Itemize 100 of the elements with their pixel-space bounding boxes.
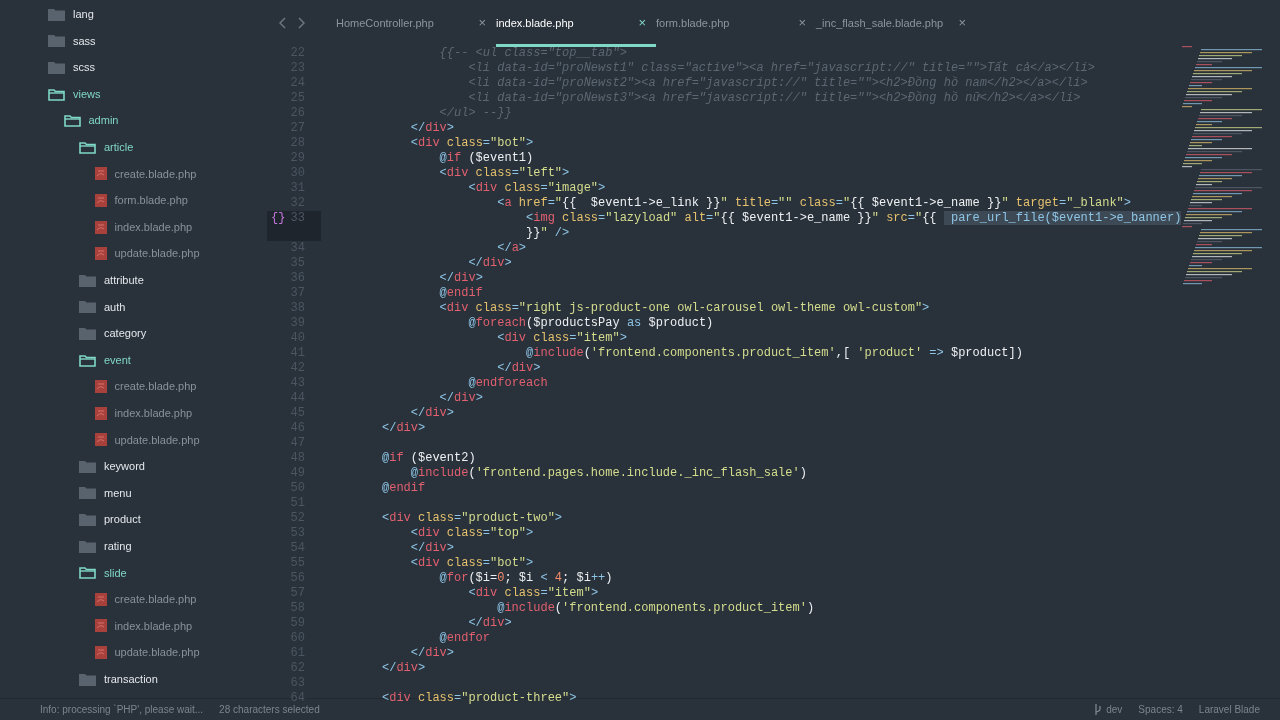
code-line: <div class="item"> bbox=[467, 586, 599, 601]
folder-icon bbox=[79, 486, 96, 500]
file-item[interactable]: update.blade.php bbox=[0, 639, 267, 666]
folder-item[interactable]: transaction bbox=[0, 665, 267, 693]
code-line: <div class="bot"> bbox=[409, 556, 534, 571]
folder-item[interactable]: scss bbox=[0, 54, 267, 81]
open-folder-icon bbox=[48, 87, 65, 101]
folder-icon bbox=[79, 539, 96, 553]
file-icon bbox=[94, 220, 107, 234]
file-icon bbox=[94, 193, 107, 207]
code-line: @include('frontend.components.product_item',[ 'product' => $product]) bbox=[525, 346, 1023, 361]
code-line: </a> bbox=[496, 241, 527, 256]
brackets-icon: {} bbox=[271, 211, 286, 226]
code-line: </div> bbox=[467, 256, 512, 271]
folder-icon bbox=[79, 300, 96, 314]
open-folder-icon bbox=[79, 140, 96, 154]
code-line: {{-- <ul class="top__tab"> bbox=[438, 46, 627, 61]
code-line: <img class="lazyload" alt="{{ $event1->e_name }}" src="{{ pare_url_file($event1->e_banner) bbox=[525, 211, 1182, 226]
file-item[interactable]: create.blade.php bbox=[0, 160, 267, 188]
code-line: </ul> --}} bbox=[438, 106, 512, 121]
file-item[interactable]: update.blade.php bbox=[0, 240, 267, 267]
code-line: @endfor bbox=[438, 631, 491, 646]
close-icon[interactable]: × bbox=[478, 13, 486, 33]
file-tab[interactable]: index.blade.php × bbox=[496, 0, 656, 46]
code-line: @include('frontend.pages.home.include._inc_flash_sale') bbox=[409, 466, 807, 481]
folder-item[interactable]: views bbox=[0, 80, 267, 108]
file-item[interactable]: index.blade.php bbox=[0, 399, 267, 427]
code-line: </div> bbox=[467, 616, 512, 631]
grammar-selector[interactable]: Laravel Blade bbox=[1198, 702, 1260, 717]
open-folder-icon bbox=[63, 114, 81, 128]
code-line: @foreach($productsPay as $product) bbox=[467, 316, 714, 331]
code-line: </div> bbox=[496, 361, 541, 376]
folder-icon bbox=[79, 672, 96, 686]
folder-icon bbox=[48, 61, 65, 74]
code-line: </div> bbox=[409, 406, 455, 421]
file-item[interactable]: create.blade.php bbox=[0, 373, 267, 400]
file-item[interactable]: index.blade.php bbox=[0, 213, 267, 241]
folder-icon bbox=[79, 513, 96, 527]
folder-item[interactable]: auth bbox=[0, 293, 267, 321]
open-folder-icon bbox=[79, 566, 96, 580]
code-line: @endforeach bbox=[467, 376, 548, 391]
folder-item[interactable]: lang bbox=[0, 1, 267, 28]
code-line: <a href="{{ $event1->e_link }}" title="" class="{{ $event1->e_name }}" target="_blank"> bbox=[496, 196, 1131, 211]
file-item[interactable]: index.blade.php bbox=[0, 612, 267, 640]
file-tab[interactable]: form.blade.php × bbox=[656, 0, 816, 46]
indentation-setting[interactable]: Spaces: 4 bbox=[1138, 702, 1183, 717]
code-line: <div class="product-two"> bbox=[381, 511, 563, 526]
folder-item[interactable]: category bbox=[0, 320, 267, 347]
code-line: </div> bbox=[409, 121, 455, 136]
code-line: <div class="right js-product-one owl-carousel owl-theme owl-custom"> bbox=[438, 301, 930, 316]
file-icon bbox=[94, 406, 107, 420]
file-tab[interactable]: HomeController.php × bbox=[336, 0, 496, 46]
folder-icon bbox=[48, 34, 65, 48]
folder-item[interactable]: menu bbox=[0, 479, 267, 507]
code-line: <li data-id="proNewst1" class="active"><a href="javascript://" title="">Tất cả</a></li> bbox=[467, 61, 1095, 76]
code-line: @endif bbox=[381, 481, 426, 496]
file-item[interactable]: update.blade.php bbox=[0, 426, 267, 454]
folder-item[interactable]: keyword bbox=[0, 453, 267, 480]
open-folder-icon bbox=[79, 353, 96, 367]
close-icon[interactable]: × bbox=[798, 13, 806, 33]
code-line: </div> bbox=[381, 421, 426, 436]
code-line: </div> bbox=[438, 391, 483, 406]
code-line: @include('frontend.components.product_item') bbox=[496, 601, 815, 616]
folder-icon bbox=[79, 459, 96, 473]
folder-item[interactable]: sass bbox=[0, 27, 267, 55]
file-icon bbox=[94, 167, 107, 181]
folder-item[interactable]: product bbox=[0, 506, 267, 533]
code-line: <div class="top"> bbox=[409, 526, 534, 541]
folder-item[interactable]: slide bbox=[0, 559, 267, 587]
code-line: <div class="image"> bbox=[467, 181, 606, 196]
branch-name[interactable]: dev bbox=[1106, 702, 1123, 717]
branch-icon bbox=[1094, 704, 1103, 715]
file-item[interactable]: create.blade.php bbox=[0, 586, 267, 613]
file-icon bbox=[94, 619, 107, 633]
file-item[interactable]: form.blade.php bbox=[0, 187, 267, 214]
code-line: }}" /> bbox=[525, 226, 570, 241]
folder-item[interactable]: event bbox=[0, 346, 267, 374]
folder-item[interactable]: article bbox=[0, 133, 267, 161]
code-line: </div> bbox=[438, 271, 483, 286]
code-line: @for($i=0; $i < 4; $i++) bbox=[438, 571, 613, 586]
file-icon bbox=[94, 592, 107, 606]
file-icon bbox=[94, 380, 107, 394]
file-icon bbox=[94, 646, 107, 660]
code-line: <div class="left"> bbox=[438, 166, 570, 181]
code-line: </div> bbox=[381, 661, 426, 676]
close-icon[interactable]: × bbox=[958, 13, 966, 33]
code-line: @if ($event2) bbox=[381, 451, 476, 466]
code-line: <div class="item"> bbox=[496, 331, 627, 346]
code-line: @if ($event1) bbox=[438, 151, 534, 166]
folder-item[interactable]: attribute bbox=[0, 266, 267, 294]
folder-item[interactable]: admin bbox=[0, 107, 267, 134]
file-tab[interactable]: _inc_flash_sale.blade.php × bbox=[816, 0, 976, 46]
code-line: <div class="bot"> bbox=[409, 136, 534, 151]
code-line: </div> bbox=[409, 541, 455, 556]
close-icon[interactable]: × bbox=[638, 13, 646, 33]
selection-count: 28 characters selected bbox=[219, 703, 320, 717]
folder-icon bbox=[48, 7, 65, 21]
folder-item[interactable]: rating bbox=[0, 532, 267, 560]
code-line: <div class="product-three"> bbox=[381, 691, 577, 706]
status-message: Info: processing `PHP', please wait... bbox=[40, 703, 204, 717]
